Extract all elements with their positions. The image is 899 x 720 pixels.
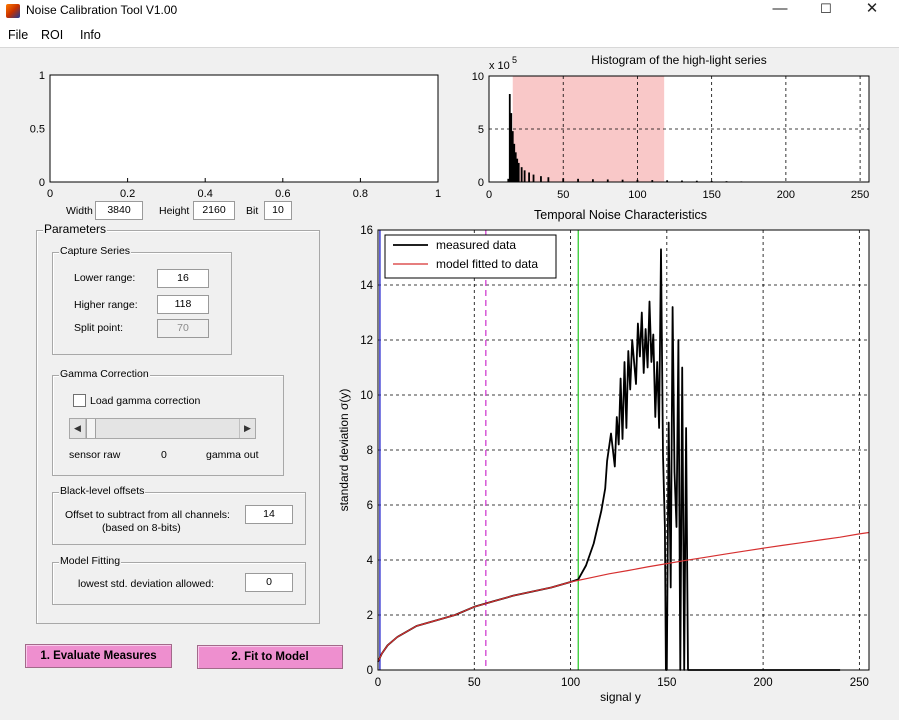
gamma-checkbox-label[interactable]: Load gamma correction [90, 395, 200, 407]
image-preview-axes[interactable] [49, 74, 439, 183]
bit-label: Bit [246, 205, 259, 217]
height-label: Height [159, 205, 190, 217]
width-field[interactable]: 3840 [95, 201, 143, 220]
legend-label: model fitted to data [436, 257, 538, 271]
lowest-std-label: lowest std. deviation allowed: [78, 578, 214, 590]
split-point-label: Split point: [74, 322, 124, 334]
gamma-value-label: 0 [161, 449, 167, 461]
y-tick-label: 1 [39, 70, 45, 82]
height-field[interactable]: 2160 [193, 201, 235, 220]
y-tick-label: 10 [472, 71, 484, 83]
y-tick-label: 0 [39, 177, 45, 189]
gamma-correction-title: Gamma Correction [59, 368, 150, 380]
title-bar: Noise Calibration Tool V1.00 — ☐ ✕ [0, 0, 899, 24]
gamma-slider[interactable]: ◀ ▶ [69, 418, 256, 439]
gamma-checkbox[interactable] [73, 394, 86, 407]
histogram-chart: 0 50 100 150 200 250 0 5 10 Histogram of the high… [472, 53, 870, 201]
black-level-title: Black-level offsets [59, 485, 146, 497]
lowest-std-field[interactable]: 0 [245, 573, 293, 592]
histogram-exponent-power: 5 [512, 55, 517, 65]
sensor-raw-label: sensor raw [69, 449, 121, 461]
model-fitting-title: Model Fitting [59, 555, 122, 567]
x-tick-label: 1 [435, 188, 441, 200]
offset-field[interactable]: 14 [245, 505, 293, 524]
x-tick-label: 0.6 [275, 188, 290, 200]
gamma-out-label: gamma out [206, 449, 259, 461]
histogram-bar [562, 178, 565, 182]
maximize-icon[interactable]: ☐ [803, 0, 849, 22]
slider-left-arrow-icon[interactable]: ◀ [70, 419, 86, 438]
x-tick-label: 50 [557, 189, 569, 201]
slider-right-arrow-icon[interactable]: ▶ [239, 419, 255, 438]
menu-bar: File ROI Info [0, 24, 899, 48]
histogram-exponent: x 10 [489, 60, 510, 72]
x-tick-label: 200 [777, 189, 795, 201]
noise-chart: 0 50 100 150 200 250 0 2 4 6 8 10 12 14 16 Temporal Noi… [337, 208, 870, 704]
histogram-bar [532, 174, 535, 182]
x-tick-label: 100 [628, 189, 646, 201]
split-point-field: 70 [157, 319, 209, 338]
noise-xlabel: signal y [600, 690, 641, 704]
x-tick-label: 150 [702, 189, 720, 201]
noise-ylabel: standard deviation σ(y) [337, 389, 351, 512]
slider-thumb[interactable] [86, 419, 96, 438]
noise-title: Temporal Noise Characteristics [534, 208, 707, 222]
x-tick-label: 50 [468, 677, 481, 689]
histogram-bar [517, 162, 520, 182]
x-tick-label: 0.8 [353, 188, 368, 200]
x-tick-label: 0 [486, 189, 492, 201]
lower-range-label: Lower range: [74, 272, 136, 284]
y-tick-label: 16 [360, 225, 373, 237]
y-tick-label: 2 [367, 610, 373, 622]
matlab-logo-icon [6, 4, 20, 18]
fit-to-model-button[interactable]: 2. Fit to Model [197, 645, 343, 669]
higher-range-field[interactable]: 118 [157, 295, 209, 314]
y-tick-label: 0 [478, 177, 484, 189]
higher-range-label: Higher range: [74, 299, 138, 311]
y-tick-label: 14 [360, 280, 373, 292]
histogram-bar [547, 177, 550, 182]
x-tick-label: 0.2 [120, 188, 135, 200]
y-tick-label: 0.5 [30, 124, 45, 136]
menu-file[interactable]: File [8, 28, 28, 42]
figure-area: 1 0.5 0 0 0.2 0.4 0.6 0.8 1 0 50 100 150 200 250 0 5 10 H… [0, 48, 899, 720]
histogram-title: Histogram of the high-light series [591, 53, 766, 67]
offset-label: Offset to subtract from all channels: [65, 509, 230, 521]
offset-sublabel: (based on 8-bits) [102, 522, 181, 534]
y-tick-label: 10 [360, 390, 373, 402]
histogram-bar [528, 172, 530, 182]
x-tick-label: 200 [754, 677, 773, 689]
x-tick-label: 250 [851, 189, 869, 201]
y-tick-label: 6 [367, 500, 373, 512]
x-tick-label: 250 [850, 677, 869, 689]
bit-field[interactable]: 10 [264, 201, 292, 220]
histogram-bar [523, 170, 526, 182]
x-tick-label: 150 [657, 677, 676, 689]
evaluate-measures-button[interactable]: 1. Evaluate Measures [25, 644, 172, 668]
noise-legend: measured data model fitted to data [384, 234, 557, 279]
legend-label: measured data [436, 238, 516, 252]
width-label: Width [66, 205, 93, 217]
x-tick-label: 100 [561, 677, 580, 689]
histogram-bar [540, 176, 542, 182]
window-title: Noise Calibration Tool V1.00 [26, 3, 178, 17]
y-tick-label: 4 [367, 555, 374, 567]
x-tick-label: 0 [375, 677, 381, 689]
y-tick-label: 0 [367, 665, 373, 677]
histogram-bar [520, 167, 523, 182]
x-tick-label: 0 [47, 188, 53, 200]
y-tick-label: 12 [360, 335, 373, 347]
capture-series-title: Capture Series [59, 245, 132, 257]
menu-roi[interactable]: ROI [41, 28, 63, 42]
y-tick-label: 8 [367, 445, 373, 457]
x-tick-label: 0.4 [198, 188, 213, 200]
menu-info[interactable]: Info [80, 28, 101, 42]
minimize-icon[interactable]: — [757, 0, 803, 22]
close-icon[interactable]: ✕ [849, 0, 895, 22]
y-tick-label: 5 [478, 124, 484, 136]
lower-range-field[interactable]: 16 [157, 269, 209, 288]
parameters-title: Parameters [43, 222, 108, 236]
